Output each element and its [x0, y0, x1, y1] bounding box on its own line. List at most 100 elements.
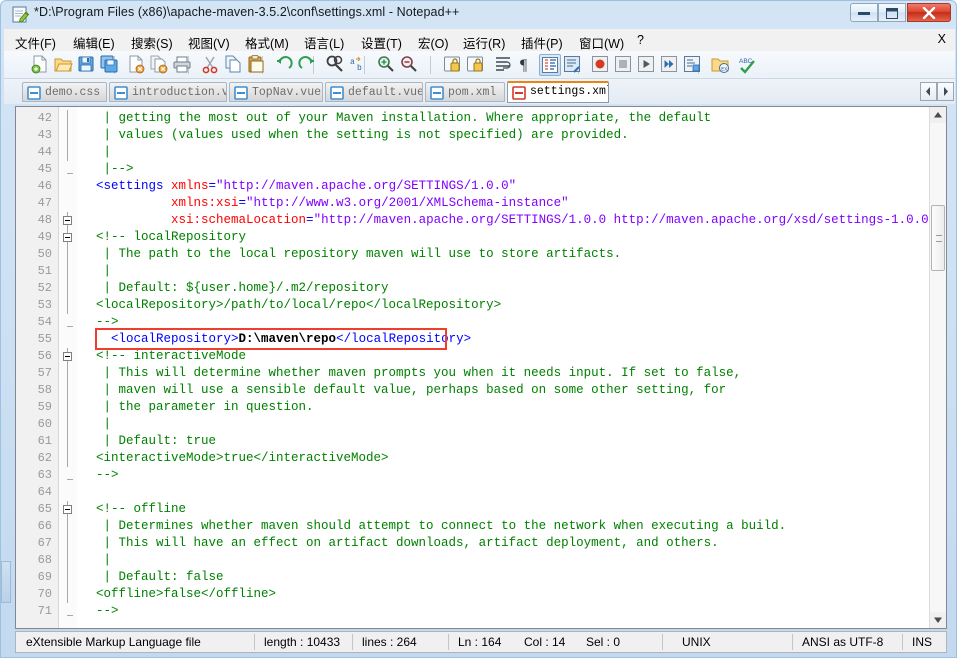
code-line[interactable]: --> [81, 314, 119, 331]
run-macro-multiple-icon[interactable] [659, 54, 681, 76]
code-line[interactable]: --> [81, 467, 119, 484]
code-line[interactable]: <!-- localRepository [81, 229, 246, 246]
code-line[interactable]: | Default: ${user.home}/.m2/repository [81, 280, 389, 297]
code-line[interactable]: xsi:schemaLocation="http://maven.apache.… [81, 212, 946, 229]
code-line[interactable]: <settings xmlns="http://maven.apache.org… [81, 178, 516, 195]
zoom-out-icon[interactable] [399, 54, 421, 76]
code-line[interactable]: | [81, 263, 112, 280]
save-icon[interactable] [76, 54, 98, 76]
code-token: --> [81, 315, 119, 329]
editor-area[interactable]: 42 43 44 45 46 47 48 49 50 51 52 53 54 55 56 57 58 59 60 61… [15, 106, 947, 629]
code-line[interactable]: | Default: true [81, 433, 217, 450]
code-line[interactable]: <!-- interactiveMode [81, 348, 246, 365]
user-define-dialog-icon[interactable] [562, 54, 584, 76]
code-line[interactable]: | The path to the local repository maven… [81, 246, 622, 263]
tab-pom-xml[interactable]: pom.xml [425, 82, 505, 102]
menu-item-0[interactable]: 文件(F) [12, 32, 59, 53]
new-file-icon[interactable] [30, 54, 52, 76]
code-text-area[interactable]: | getting the most out of your Maven ins… [77, 107, 946, 628]
menu-item-6[interactable]: 设置(T) [358, 32, 405, 53]
fold-collapse-box-line-48[interactable] [63, 216, 72, 225]
code-token: | [81, 264, 112, 278]
tab-settings-xml[interactable]: settings.xml [507, 81, 609, 103]
close-document-button[interactable]: X [938, 32, 946, 46]
find-icon[interactable] [325, 54, 347, 76]
menu-item-3[interactable]: 视图(V) [185, 32, 233, 53]
close-all-icon[interactable] [149, 54, 171, 76]
replace-icon[interactable]: ab [348, 54, 370, 76]
menu-item-9[interactable]: 插件(P) [518, 32, 566, 53]
code-token: <settings [81, 179, 172, 193]
close-file-icon[interactable] [126, 54, 148, 76]
fold-collapse-box-line-49[interactable] [63, 233, 72, 242]
vertical-scrollbar-thumb[interactable] [931, 205, 945, 271]
scroll-down-button[interactable] [930, 612, 946, 628]
line-number: 66 [37, 519, 52, 533]
code-line[interactable]: <offline>false</offline> [81, 586, 276, 603]
code-line[interactable]: | [81, 144, 112, 161]
record-macro-icon[interactable] [590, 54, 612, 76]
code-line[interactable]: | This will determine whether maven prom… [81, 365, 742, 382]
print-icon[interactable] [172, 54, 194, 76]
redo-icon[interactable] [297, 54, 319, 76]
code-line[interactable]: | Default: false [81, 569, 224, 586]
tab-default-vue[interactable]: default.vue [325, 82, 423, 102]
close-button[interactable] [907, 3, 951, 22]
tab-topnav-vue[interactable]: TopNav.vue [229, 82, 323, 102]
vertical-scrollbar[interactable] [929, 107, 946, 628]
code-token: <offline>false</offline> [81, 587, 277, 601]
tab-scroll-right-button[interactable] [937, 82, 954, 101]
save-macro-icon[interactable] [682, 54, 704, 76]
paste-icon[interactable] [246, 54, 268, 76]
play-macro-icon[interactable] [636, 54, 658, 76]
menu-item-1[interactable]: 编辑(E) [70, 32, 118, 53]
menu-item-8[interactable]: 运行(R) [460, 32, 508, 53]
code-line[interactable]: | maven will use a sensible default valu… [81, 382, 727, 399]
indent-guide-icon[interactable] [539, 54, 561, 76]
menu-item-4[interactable]: 格式(M) [242, 32, 292, 53]
copy-icon[interactable] [223, 54, 245, 76]
code-line[interactable]: <localRepository>D:\maven\repo</localRep… [81, 331, 471, 348]
code-line[interactable]: --> [81, 603, 119, 620]
sync-h-scroll-icon[interactable] [465, 54, 487, 76]
svg-text:¶: ¶ [520, 57, 528, 74]
run-icon[interactable]: EX [710, 54, 732, 76]
open-file-icon[interactable] [53, 54, 75, 76]
line-number: 58 [37, 383, 52, 397]
code-line[interactable]: <!-- offline [81, 501, 186, 518]
minimize-button[interactable] [850, 3, 878, 22]
cut-icon[interactable] [200, 54, 222, 76]
code-line[interactable]: <localRepository>/path/to/local/repo</lo… [81, 297, 501, 314]
word-wrap-icon[interactable] [493, 54, 515, 76]
show-all-chars-icon[interactable]: ¶ [516, 54, 538, 76]
scroll-up-button[interactable] [930, 107, 946, 123]
stop-macro-icon[interactable] [613, 54, 635, 76]
code-folding-margin[interactable] [59, 107, 77, 628]
tab-introduction-vue[interactable]: introduction.vue [109, 82, 227, 102]
code-line[interactable]: | values (values used when the setting i… [81, 127, 629, 144]
tab-scroll-left-button[interactable] [920, 82, 937, 101]
undo-icon[interactable] [274, 54, 296, 76]
code-line[interactable]: | getting the most out of your Maven ins… [81, 110, 712, 127]
code-line[interactable]: | the parameter in question. [81, 399, 314, 416]
menu-item-10[interactable]: 窗口(W) [576, 32, 627, 53]
code-line[interactable]: | [81, 416, 112, 433]
sync-v-scroll-icon[interactable] [442, 54, 464, 76]
menu-item-2[interactable]: 搜索(S) [128, 32, 176, 53]
save-all-icon[interactable] [99, 54, 121, 76]
fold-collapse-box-line-56[interactable] [63, 352, 72, 361]
zoom-in-icon[interactable] [376, 54, 398, 76]
fold-collapse-box-line-65[interactable] [63, 505, 72, 514]
code-line[interactable]: |--> [81, 161, 134, 178]
code-line[interactable]: xmlns:xsi="http://www.w3.org/2001/XMLSch… [81, 195, 569, 212]
code-line[interactable]: | Determines whether maven should attemp… [81, 518, 787, 535]
code-line[interactable]: | [81, 552, 112, 569]
code-line[interactable]: | This will have an effect on artifact d… [81, 535, 719, 552]
code-line[interactable]: <interactiveMode>true</interactiveMode> [81, 450, 389, 467]
tab-demo-css[interactable]: demo.css [22, 82, 107, 102]
menu-item-7[interactable]: 宏(O) [415, 32, 452, 53]
menu-item-11[interactable]: ? [634, 32, 647, 48]
maximize-button[interactable] [878, 3, 906, 22]
menu-item-5[interactable]: 语言(L) [301, 32, 347, 53]
spell-check-icon[interactable]: ABC [738, 54, 760, 76]
